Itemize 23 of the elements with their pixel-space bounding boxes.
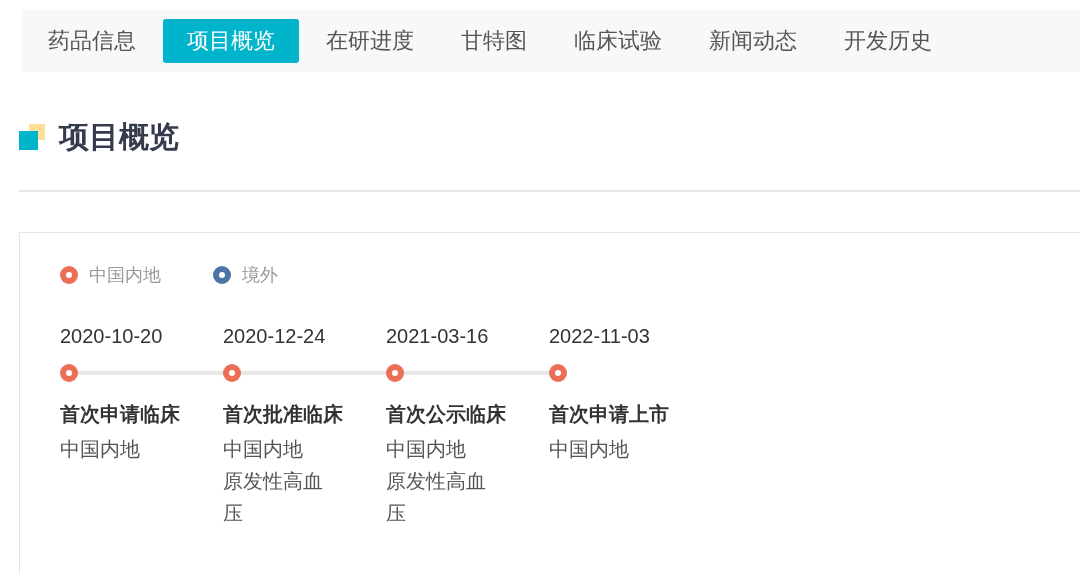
tab[interactable]: 开发历史	[824, 19, 952, 63]
event-date: 2021-03-16	[386, 324, 489, 349]
event-title: 首次批准临床	[223, 402, 343, 427]
event-date: 2022-11-03	[549, 324, 650, 349]
event-date: 2020-12-24	[223, 324, 326, 349]
event-indication: 原发性高血压	[223, 469, 324, 526]
event-region: 中国内地	[386, 437, 466, 462]
section-title: 项目概览	[59, 119, 179, 155]
event-title: 首次申请临床	[60, 402, 180, 427]
legend-label: 中国内地	[89, 264, 161, 287]
tab[interactable]: 临床试验	[554, 19, 682, 63]
tab[interactable]: 在研进度	[306, 19, 434, 63]
legend-label: 境外	[242, 264, 278, 287]
event-title: 首次公示临床	[386, 402, 506, 427]
tab[interactable]: 药品信息	[28, 19, 156, 63]
event-date: 2020-10-20	[60, 324, 163, 349]
event-indication: 原发性高血压	[386, 469, 487, 526]
event-region: 中国内地	[549, 437, 629, 462]
event-region: 中国内地	[223, 437, 303, 462]
event-title: 首次申请上市	[549, 402, 669, 427]
tab[interactable]: 新闻动态	[689, 19, 817, 63]
tab[interactable]: 甘特图	[441, 19, 547, 63]
event-region: 中国内地	[60, 437, 140, 462]
